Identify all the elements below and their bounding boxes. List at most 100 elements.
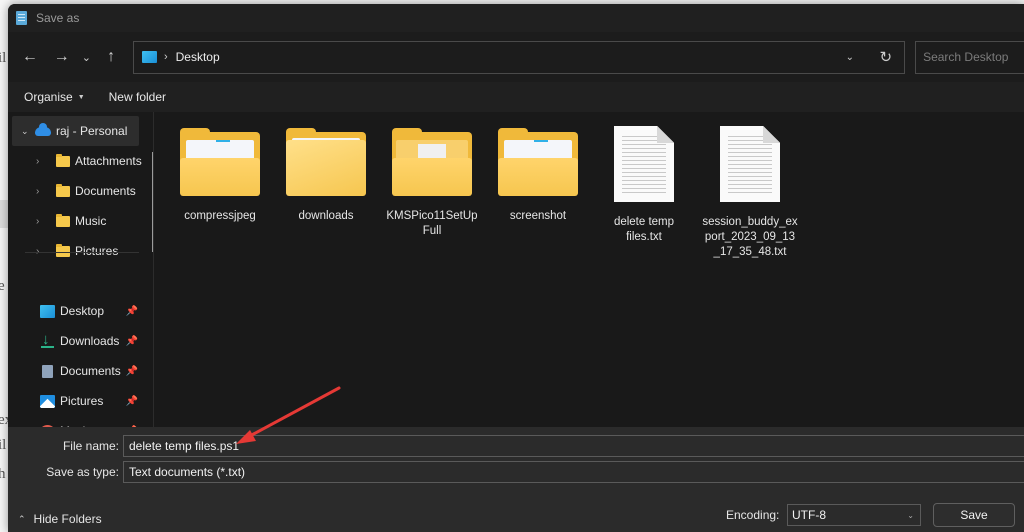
download-icon bbox=[40, 331, 55, 348]
sidebar-item-attachments[interactable]: › Attachments bbox=[8, 146, 148, 176]
folder-icon bbox=[180, 128, 260, 196]
quick-access-label: Pictures bbox=[60, 394, 104, 408]
navigation-pane: ⌄ raj - Personal › Attachments › Documen… bbox=[8, 112, 154, 427]
file-name-field[interactable] bbox=[123, 435, 1024, 457]
quick-access-downloads[interactable]: Downloads 📌 bbox=[8, 326, 148, 356]
save-type-select[interactable]: Text documents (*.txt) bbox=[123, 461, 1024, 483]
chevron-right-icon[interactable]: › bbox=[36, 186, 56, 197]
chevron-right-icon[interactable]: › bbox=[36, 246, 56, 257]
search-input[interactable] bbox=[923, 50, 1024, 64]
folder-icon bbox=[392, 128, 472, 196]
forward-button[interactable]: → bbox=[48, 43, 76, 71]
chevron-down-icon: ⌄ bbox=[907, 510, 914, 520]
folder-icon bbox=[56, 243, 70, 257]
encoding-select[interactable]: UTF-8 ⌄ bbox=[787, 504, 921, 526]
file-item[interactable]: screenshot bbox=[488, 126, 588, 224]
chevron-right-icon[interactable]: › bbox=[36, 156, 56, 167]
title-bar: Save as bbox=[8, 4, 1024, 32]
file-name-label: File name: bbox=[62, 439, 119, 453]
search-box[interactable] bbox=[915, 40, 1024, 74]
sidebar-item-label: Attachments bbox=[75, 154, 142, 168]
file-name-input[interactable] bbox=[129, 439, 1024, 453]
sidebar-item-music[interactable]: › Music bbox=[8, 206, 148, 236]
folder-icon bbox=[286, 128, 366, 196]
encoding-value: UTF-8 bbox=[792, 508, 826, 522]
encoding-label: Encoding: bbox=[726, 508, 780, 522]
file-name-row: File name: bbox=[8, 435, 1024, 457]
quick-access-label: Desktop bbox=[60, 304, 105, 318]
organise-button[interactable]: Organise ▼ bbox=[24, 90, 85, 104]
desktop-icon bbox=[141, 51, 157, 63]
background-text: e bbox=[0, 278, 5, 294]
file-list: compressjpeg downloads KMSPico11SetUp Fu… bbox=[154, 112, 1024, 427]
folder-icon bbox=[56, 213, 70, 227]
file-name: screenshot bbox=[509, 210, 567, 222]
pictures-icon bbox=[40, 394, 55, 408]
quick-access-desktop[interactable]: Desktop 📌 bbox=[8, 296, 148, 326]
hide-folders-label: Hide Folders bbox=[33, 512, 102, 526]
chevron-up-icon: ⌃ bbox=[18, 513, 26, 524]
background-text: il bbox=[0, 437, 7, 453]
file-item[interactable]: KMSPico11SetUp Full bbox=[382, 126, 482, 239]
quick-access-pictures[interactable]: Pictures 📌 bbox=[8, 386, 148, 416]
pin-icon[interactable]: 📌 bbox=[126, 306, 138, 317]
chevron-down-icon[interactable]: ⌄ bbox=[21, 126, 35, 137]
address-dropdown-icon[interactable]: ⌄ bbox=[846, 52, 854, 63]
save-options-panel: File name: Save as type: Text documents … bbox=[8, 427, 1024, 532]
file-name: downloads bbox=[298, 210, 354, 222]
quick-access-label: Downloads bbox=[60, 334, 120, 348]
up-button[interactable]: ↑ bbox=[97, 43, 125, 71]
background-text: il bbox=[0, 50, 7, 66]
sidebar-divider bbox=[25, 252, 139, 253]
folder-icon bbox=[498, 128, 578, 196]
sidebar-item-label: Pictures bbox=[75, 244, 119, 258]
new-folder-button[interactable]: New folder bbox=[109, 90, 166, 104]
quick-access-documents[interactable]: Documents 📌 bbox=[8, 356, 148, 386]
pin-icon[interactable]: 📌 bbox=[126, 396, 138, 407]
onedrive-cloud-icon bbox=[35, 122, 51, 136]
desktop-icon bbox=[40, 304, 55, 318]
text-file-icon bbox=[720, 126, 780, 202]
file-name: delete temp files.txt bbox=[613, 216, 675, 243]
address-bar[interactable]: › Desktop ⌄ ↻ bbox=[132, 40, 906, 74]
arrow-up-icon: ↑ bbox=[107, 48, 116, 65]
navigation-bar: ← → ⌄ ↑ › Desktop ⌄ ↻ bbox=[8, 32, 1024, 82]
sidebar-item-pictures[interactable]: › Pictures bbox=[8, 236, 148, 266]
pin-icon[interactable]: 📌 bbox=[126, 366, 138, 377]
arrow-left-icon: ← bbox=[21, 48, 38, 65]
background-text: h bbox=[0, 466, 6, 482]
pin-icon[interactable]: 📌 bbox=[126, 336, 138, 347]
arrow-right-icon: → bbox=[53, 48, 70, 65]
refresh-icon[interactable]: ↻ bbox=[879, 48, 892, 66]
breadcrumb-desktop[interactable]: Desktop bbox=[176, 50, 220, 64]
quick-access-music[interactable]: Music 📌 bbox=[8, 416, 148, 427]
recent-locations-button[interactable]: ⌄ bbox=[75, 43, 97, 71]
file-item[interactable]: session_buddy_export_2023_09_13_17_35_48… bbox=[700, 126, 800, 260]
documents-icon bbox=[42, 364, 53, 378]
quick-access-label: Documents bbox=[60, 364, 121, 378]
back-button[interactable]: ← bbox=[16, 43, 44, 71]
command-bar: Organise ▼ New folder bbox=[8, 82, 1024, 112]
sidebar-item-label: Music bbox=[75, 214, 107, 228]
text-file-icon bbox=[614, 126, 674, 202]
save-type-label: Save as type: bbox=[46, 465, 119, 479]
save-button[interactable]: Save bbox=[933, 503, 1015, 527]
window-title: Save as bbox=[36, 11, 80, 25]
sidebar-item-onedrive[interactable]: ⌄ raj - Personal bbox=[12, 116, 139, 146]
file-name: session_buddy_export_2023_09_13_17_35_48… bbox=[702, 216, 798, 258]
file-item[interactable]: downloads bbox=[276, 126, 376, 224]
hide-folders-button[interactable]: ⌃ Hide Folders bbox=[18, 512, 102, 526]
folder-icon bbox=[56, 153, 70, 167]
chevron-right-icon[interactable]: › bbox=[36, 216, 56, 227]
sidebar-item-label: raj - Personal bbox=[56, 124, 128, 138]
organise-label: Organise bbox=[24, 90, 73, 104]
sidebar-item-label: Documents bbox=[75, 184, 136, 198]
sidebar-item-documents[interactable]: › Documents bbox=[8, 176, 148, 206]
save-as-dialog: Save as ← → ⌄ ↑ › Desktop ⌄ ↻ Organise ▼… bbox=[8, 4, 1024, 532]
breadcrumb-separator-icon: › bbox=[163, 51, 168, 63]
file-name: compressjpeg bbox=[184, 210, 256, 222]
file-name: KMSPico11SetUp Full bbox=[386, 210, 478, 237]
file-item[interactable]: delete temp files.txt bbox=[594, 126, 694, 245]
file-item[interactable]: compressjpeg bbox=[170, 126, 270, 224]
save-type-row: Save as type: Text documents (*.txt) bbox=[8, 461, 1024, 483]
